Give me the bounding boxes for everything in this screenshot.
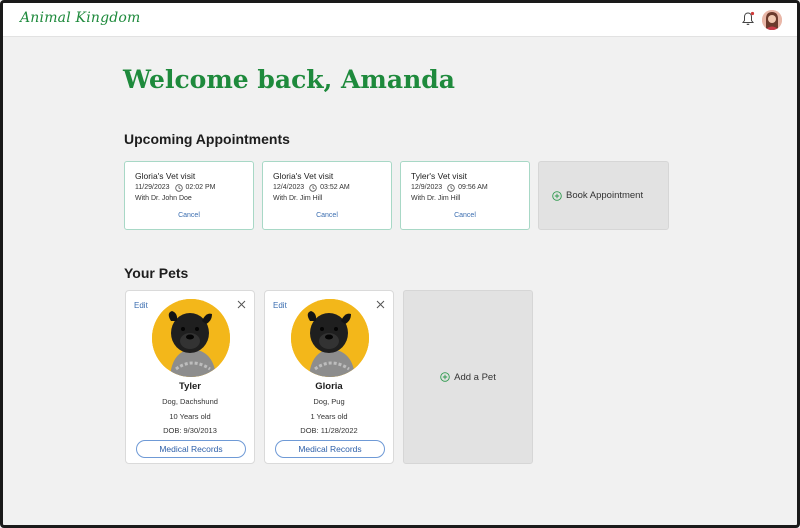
appointment-date: 12/4/2023 bbox=[273, 184, 305, 191]
welcome-heading: Welcome back, Amanda bbox=[123, 65, 455, 94]
appointment-title: Gloria's Vet visit bbox=[273, 171, 334, 181]
pet-age: 10 Years old bbox=[169, 412, 211, 421]
close-icon[interactable] bbox=[376, 300, 385, 309]
appointment-doctor: With Dr. John Doe bbox=[135, 195, 192, 202]
plus-circle-icon bbox=[552, 190, 562, 201]
clock-icon bbox=[174, 183, 183, 192]
clock-icon bbox=[309, 183, 317, 192]
pet-age: 1 Years old bbox=[310, 412, 348, 421]
add-pet-label: Add a Pet bbox=[454, 371, 496, 383]
pet-dob: DOB: 9/30/2013 bbox=[163, 426, 217, 435]
app-window: Animal Kingdom Welcome back, Amanda Upco… bbox=[0, 0, 800, 528]
medical-records-button[interactable]: Medical Records bbox=[136, 440, 246, 458]
appointments-heading: Upcoming Appointments bbox=[124, 131, 290, 147]
brand-logo[interactable]: Animal Kingdom bbox=[20, 10, 141, 26]
add-pet-button[interactable]: Add a Pet bbox=[403, 290, 533, 464]
edit-pet-link[interactable]: Edit bbox=[134, 301, 148, 310]
appointment-doctor: With Dr. Jim Hill bbox=[273, 195, 323, 202]
appointment-time: 03:52 AM bbox=[320, 184, 350, 191]
pet-card: Edit Tyler Dog, Dachshund 10 Years old D… bbox=[125, 290, 255, 464]
appointment-doctor: With Dr. Jim Hill bbox=[411, 195, 461, 202]
bell-icon[interactable] bbox=[741, 11, 755, 27]
appointment-date: 11/29/2023 bbox=[135, 184, 170, 191]
medical-records-button[interactable]: Medical Records bbox=[275, 440, 385, 458]
book-appointment-label: Book Appointment bbox=[566, 190, 644, 201]
pet-dob: DOB: 11/28/2022 bbox=[300, 426, 358, 435]
pet-photo bbox=[152, 299, 230, 377]
pet-breed: Dog, Pug bbox=[313, 397, 345, 406]
cancel-appointment-link[interactable]: Cancel bbox=[125, 212, 253, 219]
user-avatar[interactable] bbox=[762, 10, 782, 30]
appointment-title: Tyler's Vet visit bbox=[411, 171, 467, 181]
appointment-card: Gloria's Vet visit 12/4/2023 03:52 AM Wi… bbox=[262, 161, 392, 230]
edit-pet-link[interactable]: Edit bbox=[273, 301, 287, 310]
appointment-time: 09:56 AM bbox=[458, 184, 488, 191]
appointment-card: Gloria's Vet visit 11/29/2023 02:02 PM W… bbox=[124, 161, 254, 230]
clock-icon bbox=[447, 183, 455, 192]
top-bar: Animal Kingdom bbox=[3, 3, 797, 37]
pet-name: Gloria bbox=[315, 381, 343, 392]
pet-breed: Dog, Dachshund bbox=[162, 397, 218, 406]
close-icon[interactable] bbox=[237, 300, 246, 309]
pet-photo bbox=[291, 299, 369, 377]
appointment-title: Gloria's Vet visit bbox=[135, 171, 196, 181]
appointment-time: 02:02 PM bbox=[185, 184, 216, 191]
cancel-appointment-link[interactable]: Cancel bbox=[401, 212, 529, 219]
appointment-date: 12/9/2023 bbox=[411, 184, 443, 191]
book-appointment-button[interactable]: Book Appointment bbox=[538, 161, 669, 230]
pet-name: Tyler bbox=[178, 381, 201, 392]
pet-card: Edit Gloria Dog, Pug 1 Years old DOB: 11… bbox=[264, 290, 394, 464]
pets-heading: Your Pets bbox=[124, 265, 189, 281]
appointment-card: Tyler's Vet visit 12/9/2023 09:56 AM Wit… bbox=[400, 161, 530, 230]
plus-circle-icon bbox=[440, 372, 450, 382]
cancel-appointment-link[interactable]: Cancel bbox=[263, 212, 391, 219]
